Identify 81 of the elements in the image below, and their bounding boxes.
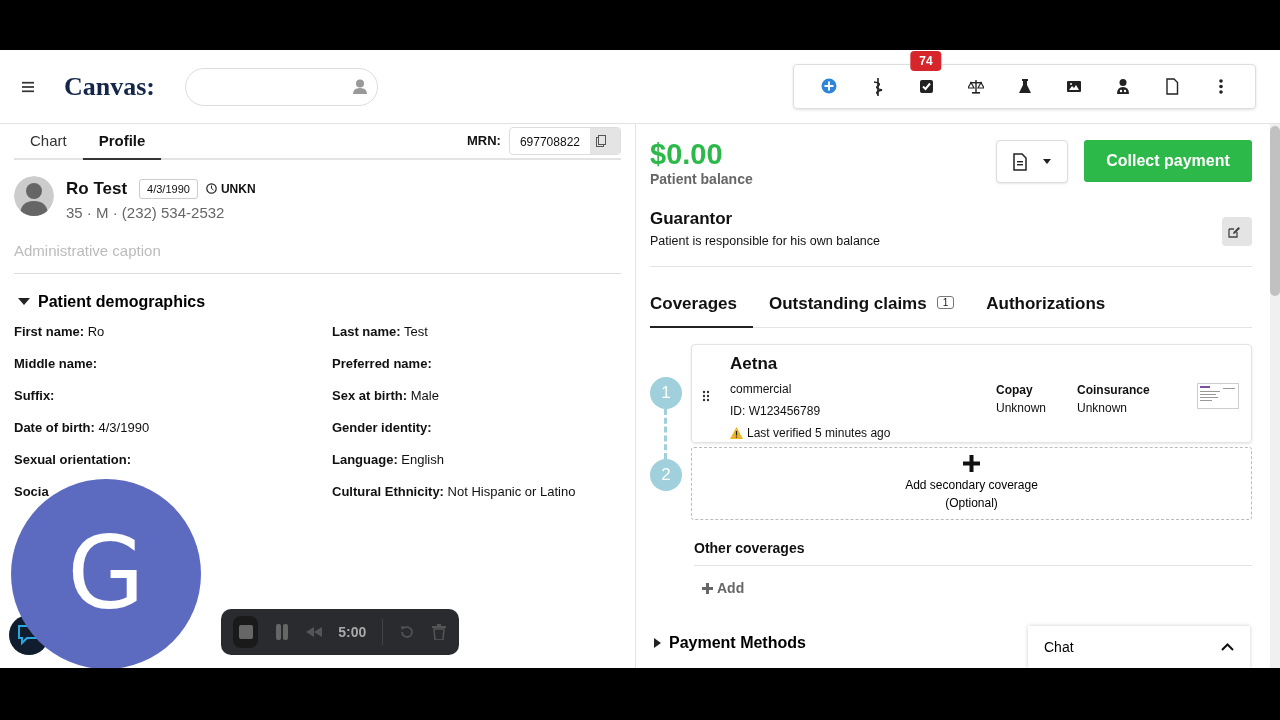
pause-icon xyxy=(274,624,291,640)
guarantor-title: Guarantor xyxy=(650,208,734,230)
demographic-field: Language: English xyxy=(332,450,444,469)
restart-button[interactable] xyxy=(399,624,415,640)
demographic-field: Cultural Ethnicity: Not Hispanic or Latino xyxy=(332,482,576,501)
tab[interactable]: Chart xyxy=(14,123,83,160)
plus-circle-icon xyxy=(820,77,837,96)
coinsurance-label: Coinsurance xyxy=(1077,381,1151,399)
document-icon xyxy=(1013,152,1027,171)
add-coverage-button[interactable]: Add secondary coverage (Optional) xyxy=(691,446,1252,520)
balance-label: Patient balance xyxy=(650,170,754,189)
demographic-field: Socia xyxy=(14,482,49,501)
logo[interactable]: Canvas: xyxy=(64,67,155,106)
add-button[interactable]: Add xyxy=(702,573,745,599)
demographic-field: Sex at birth: Male xyxy=(332,386,439,405)
chevron-up-icon xyxy=(1221,643,1234,651)
section-toggle[interactable]: Patient demographics xyxy=(18,290,206,314)
person-icon xyxy=(353,79,367,94)
caret-icon xyxy=(18,298,30,306)
copy-button[interactable] xyxy=(590,128,620,154)
chat-widget[interactable]: Chat xyxy=(1028,626,1250,668)
demographic-field: Suffix: xyxy=(14,386,55,405)
avatar-icon xyxy=(14,176,54,216)
section-title: Other coverages xyxy=(694,537,1252,566)
pencil-icon xyxy=(1228,225,1240,238)
rank-circle: 2 xyxy=(650,458,682,491)
menu-icon xyxy=(22,80,34,93)
mrn-value: 697708822 xyxy=(518,134,581,151)
trash-icon xyxy=(431,624,447,640)
payer-name: Aetna xyxy=(730,352,779,375)
copay-value: Unknown xyxy=(996,399,1048,417)
demographic-field: Last name: Test xyxy=(332,322,428,341)
demographic-field: First name: Ro xyxy=(14,322,105,341)
timer: 5:00 xyxy=(338,622,367,642)
tab[interactable]: Outstanding claims $^{1}$ xyxy=(768,283,971,328)
demographic-field: Preferred name: xyxy=(332,354,432,373)
tab[interactable]: Coverages xyxy=(650,283,753,328)
more-icon xyxy=(1218,79,1223,94)
flask-icon xyxy=(1016,77,1033,96)
mrn-label: MRN: xyxy=(467,132,501,151)
tab[interactable]: Authorizations xyxy=(986,283,1122,328)
caret-icon xyxy=(1043,159,1051,164)
count-badge: 74 xyxy=(910,51,942,71)
document-dropdown[interactable] xyxy=(996,140,1068,183)
copay-label: Copay xyxy=(996,381,1034,399)
demographic-field: Middle name: xyxy=(14,354,98,373)
scale-icon xyxy=(967,77,984,96)
section-toggle[interactable]: Payment Methods xyxy=(654,630,806,655)
copy-icon xyxy=(596,135,606,147)
balance-amount: $0.00 xyxy=(650,140,724,169)
checkbox-icon xyxy=(918,77,935,96)
restart-icon xyxy=(399,624,415,640)
edit-button[interactable] xyxy=(1222,217,1252,247)
warning-icon xyxy=(730,427,743,440)
stop-icon xyxy=(237,624,254,640)
plan-type: commercial xyxy=(730,381,793,399)
guarantor-text: Patient is responsible for his own balance xyxy=(650,232,881,250)
tab[interactable]: Profile xyxy=(82,123,162,160)
caret-icon xyxy=(654,637,661,648)
timezone: UNKN xyxy=(220,180,256,198)
document-icon xyxy=(1163,77,1180,96)
rank-circle: 1 xyxy=(650,376,682,409)
birthdate-tag: 4/3/1990 xyxy=(139,178,198,199)
clock-icon xyxy=(205,183,217,195)
demographic-field: Date of birth: 4/3/1990 xyxy=(14,418,150,437)
plus-icon xyxy=(963,454,980,472)
insurance-card-icon xyxy=(1197,382,1239,409)
demographic-field: Gender identity: xyxy=(332,418,432,437)
rewind-icon xyxy=(306,624,323,640)
drag-handle-icon xyxy=(702,390,710,403)
coinsurance-value: Unknown xyxy=(1077,399,1129,417)
stop-button[interactable] xyxy=(233,616,259,648)
plus-icon xyxy=(702,582,713,594)
pause-button[interactable] xyxy=(274,624,291,640)
patient-details: 35 · M · (232) 534-2532 xyxy=(66,202,226,223)
count-badge: 1 xyxy=(936,296,955,310)
verified-text: Last verified 5 minutes ago xyxy=(747,425,891,443)
demographic-field: Sexual orientation: xyxy=(14,450,132,469)
member-id: ID: W123456789 xyxy=(730,403,822,421)
doctor-icon xyxy=(1114,77,1131,96)
patient-name: Ro Test xyxy=(66,178,128,200)
